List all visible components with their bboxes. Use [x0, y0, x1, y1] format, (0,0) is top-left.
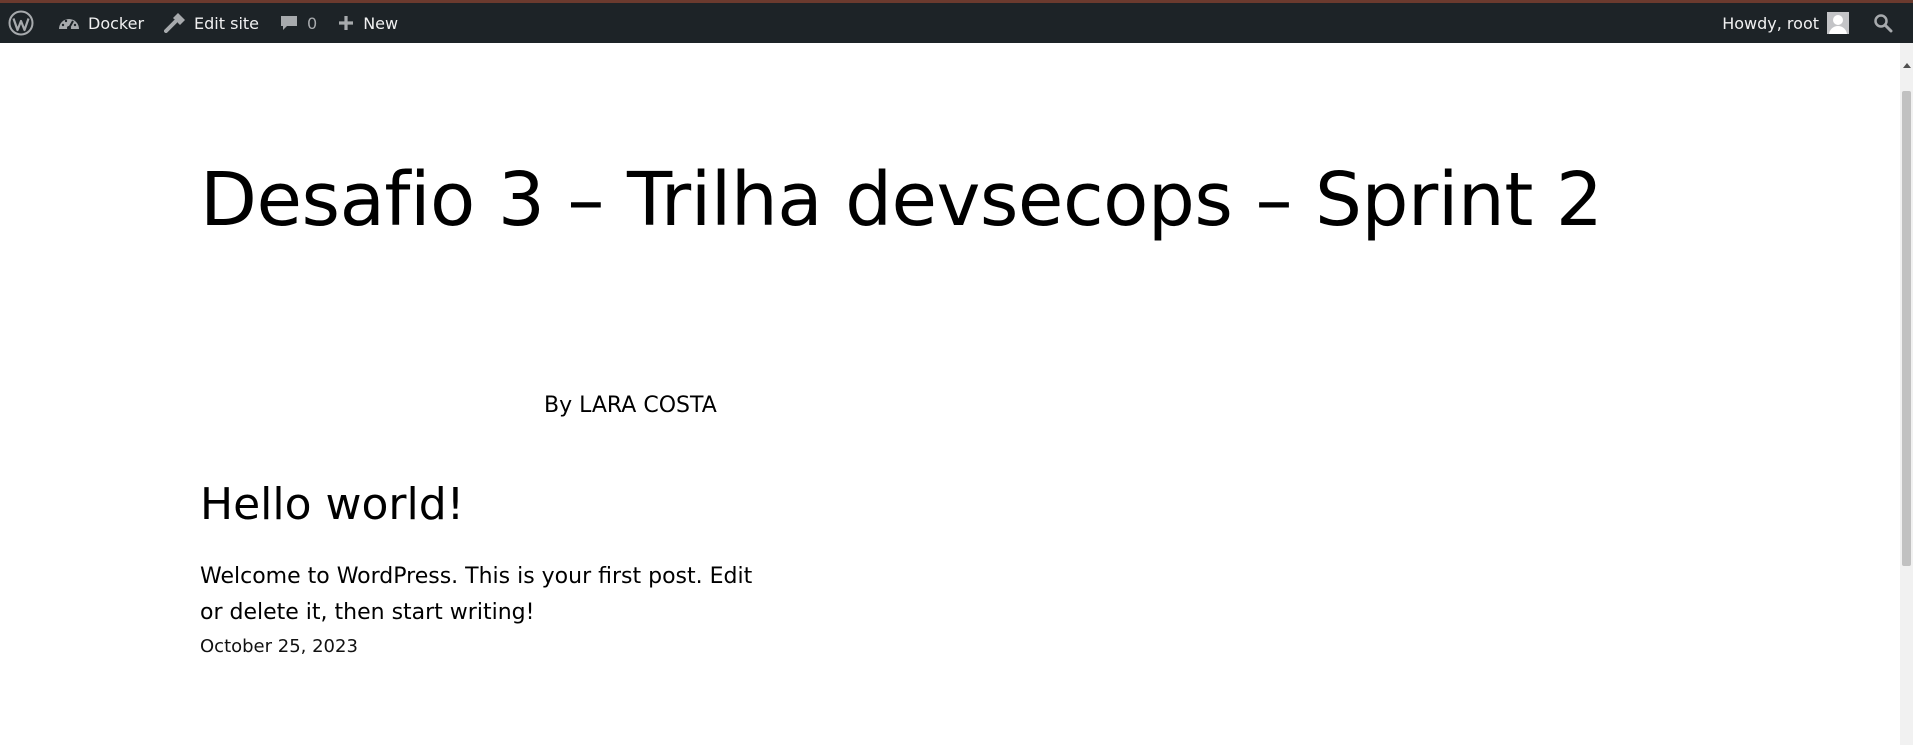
edit-site-label: Edit site	[194, 13, 259, 33]
my-account-menu[interactable]: Howdy, root	[1712, 3, 1857, 43]
wordpress-logo-icon	[8, 10, 34, 36]
edit-site-button[interactable]: Edit site	[154, 3, 269, 43]
post-date: October 25, 2023	[200, 636, 358, 657]
post-excerpt: Welcome to WordPress. This is your first…	[200, 564, 753, 625]
page: Docker Edit site 0 New Howdy, root Desaf…	[0, 0, 1913, 745]
admin-bar: Docker Edit site 0 New Howdy, root	[0, 0, 1913, 43]
speech-bubble-icon	[279, 13, 299, 33]
vertical-scrollbar[interactable]	[1900, 43, 1913, 745]
new-label: New	[363, 13, 399, 33]
post-author: By LARA COSTA	[544, 393, 717, 418]
site-name-menu[interactable]: Docker	[48, 3, 154, 43]
admin-bar-right: Howdy, root	[1712, 3, 1913, 43]
wordpress-menu[interactable]	[0, 3, 48, 43]
search-button[interactable]	[1857, 3, 1913, 43]
comments-count: 0	[307, 13, 318, 33]
scroll-up-arrow-icon[interactable]	[1903, 63, 1911, 68]
howdy-label: Howdy, root	[1722, 13, 1819, 33]
magnifier-icon	[1873, 13, 1893, 33]
site-title[interactable]: Desafio 3 – Trilha devsecops – Sprint 2	[200, 163, 1603, 237]
comments-button[interactable]: 0	[269, 3, 327, 43]
post-title[interactable]: Hello world!	[200, 483, 464, 527]
user-avatar-icon	[1827, 12, 1849, 34]
dashboard-gauge-icon	[58, 14, 80, 32]
site-name-label: Docker	[88, 13, 145, 33]
new-content-button[interactable]: New	[327, 3, 408, 43]
hammer-brush-icon	[164, 13, 186, 33]
admin-bar-left: Docker Edit site 0 New	[0, 3, 408, 43]
scrollbar-thumb[interactable]	[1902, 91, 1911, 566]
plus-icon	[337, 14, 355, 32]
